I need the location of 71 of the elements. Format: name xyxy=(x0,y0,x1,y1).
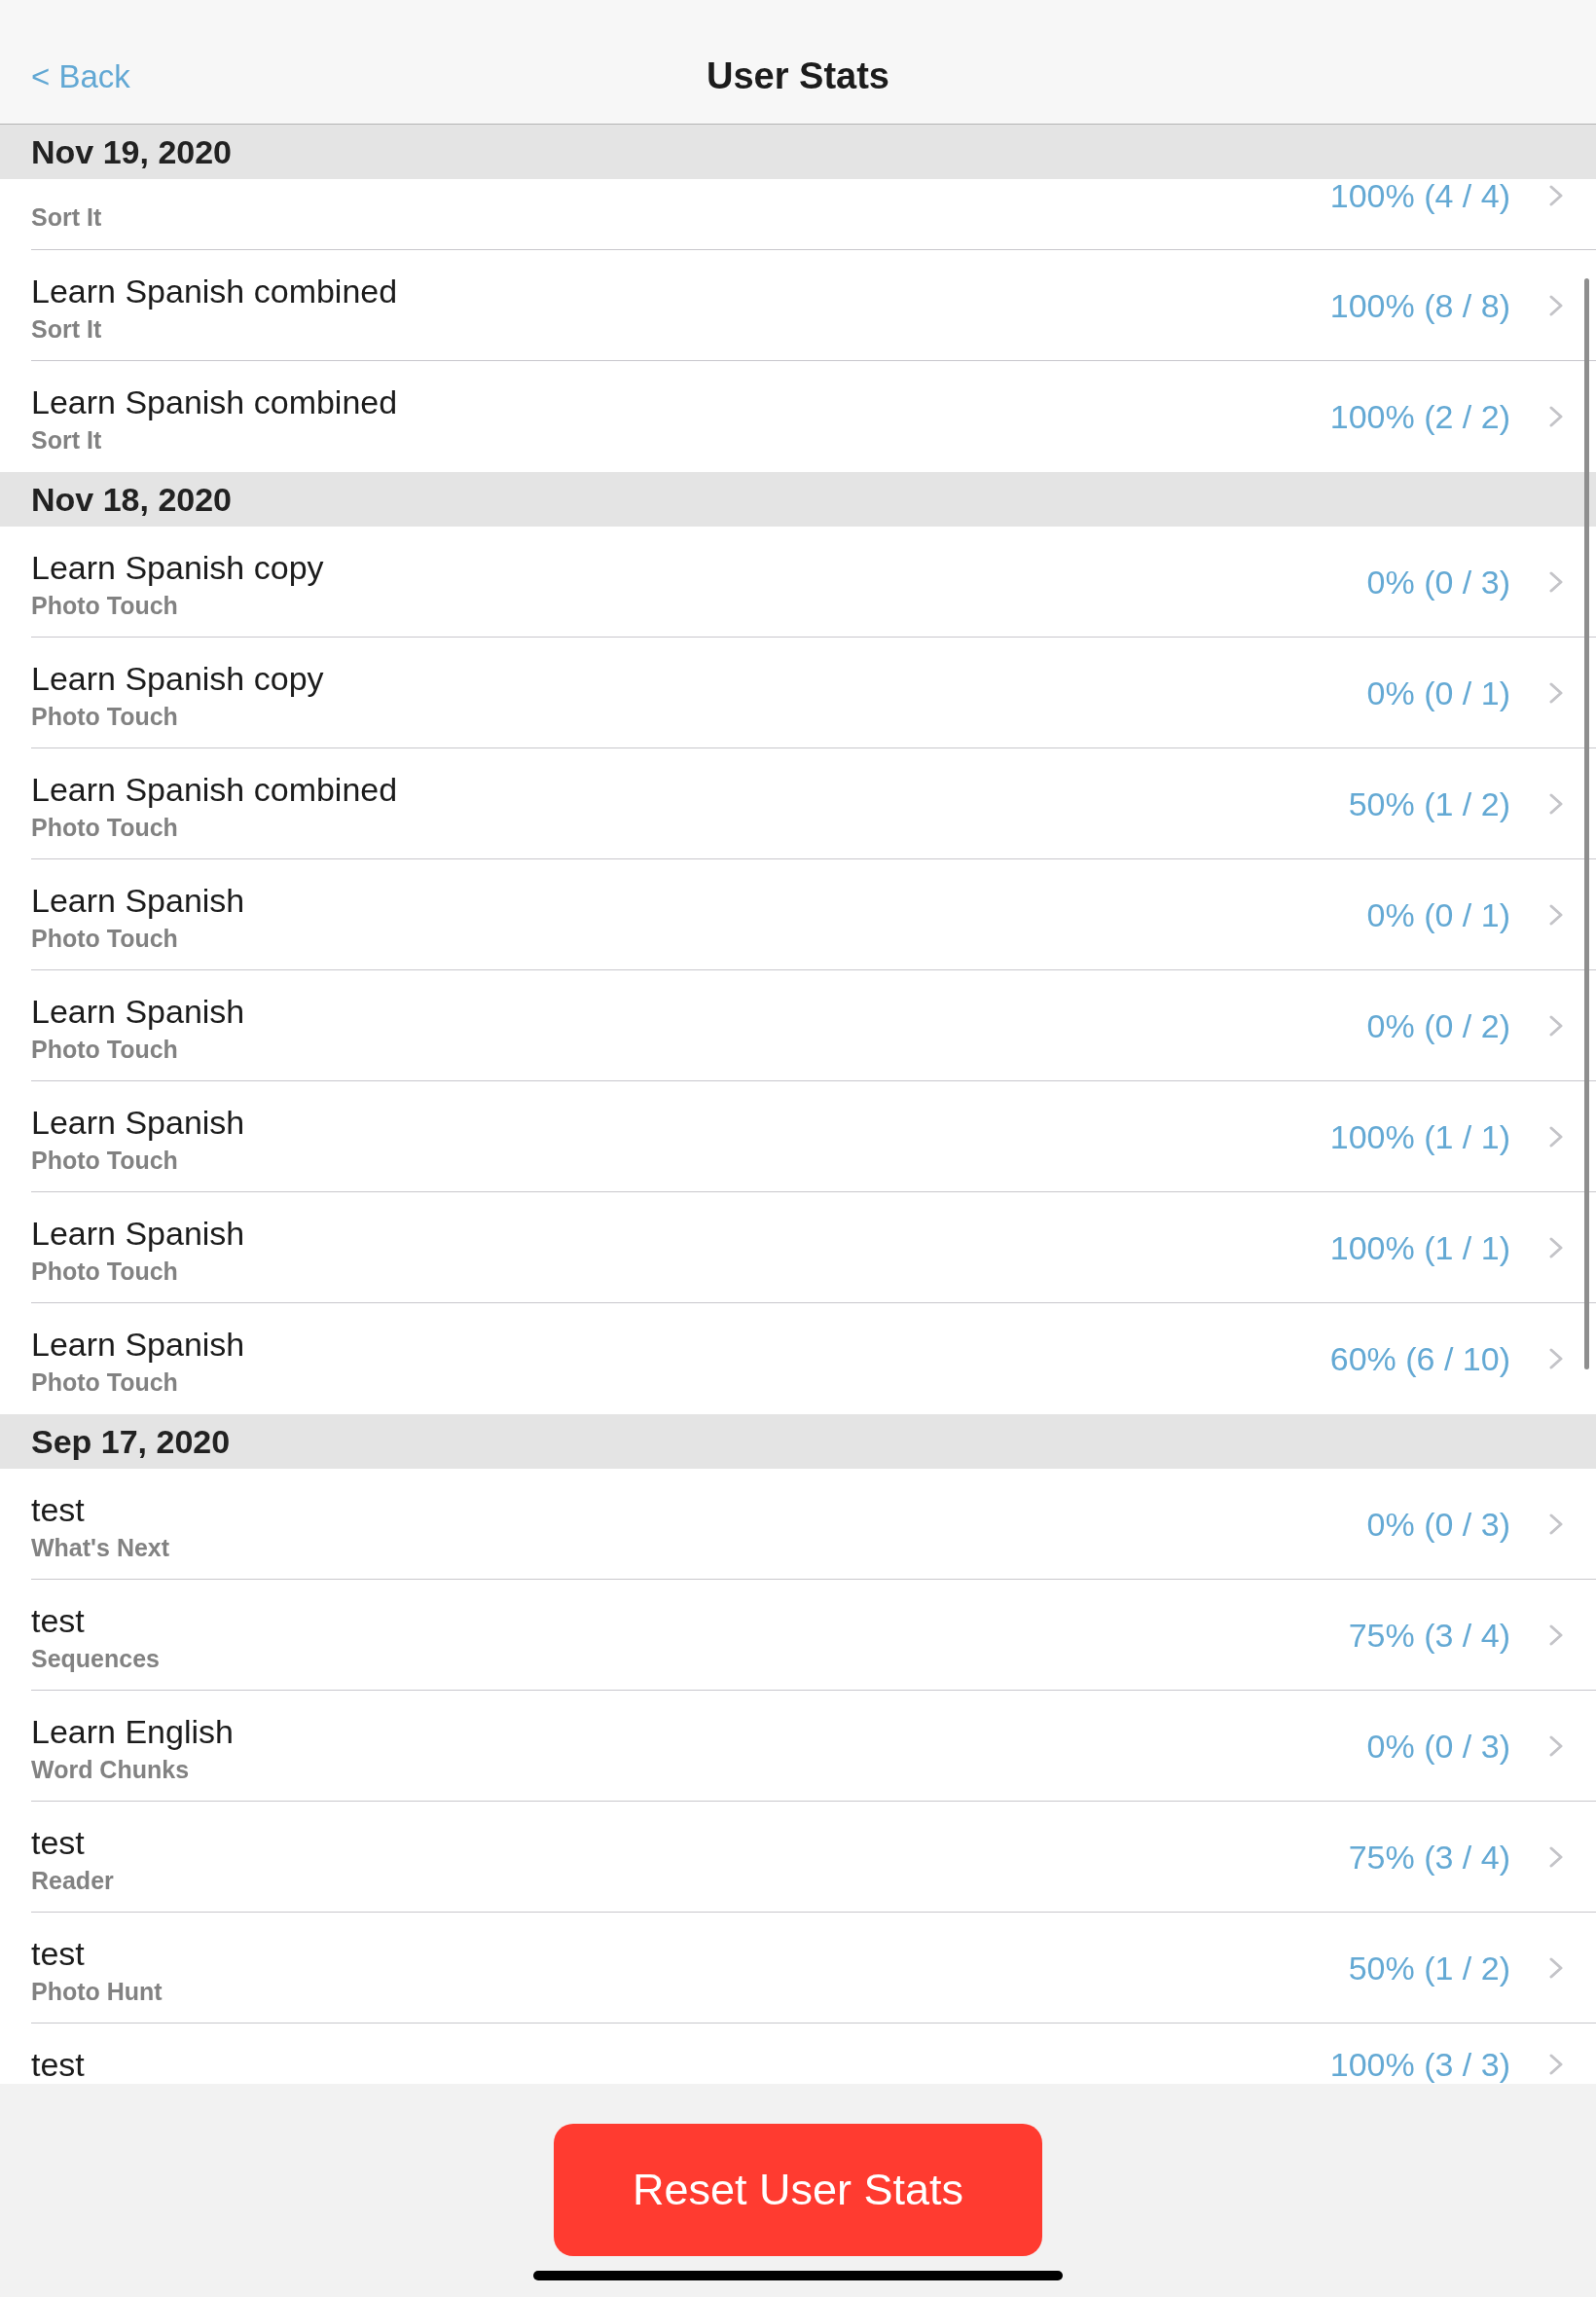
row-subtitle: Sort It xyxy=(31,425,102,455)
chevron-icon xyxy=(1549,294,1563,316)
chevron-icon xyxy=(1549,1014,1563,1037)
row-subtitle: Sort It xyxy=(31,314,102,344)
row-subtitle: Photo Hunt xyxy=(31,1977,163,2006)
chevron-icon xyxy=(1549,1845,1563,1868)
row-subtitle: Word Chunks xyxy=(31,1755,190,1784)
row-subtitle: Photo Touch xyxy=(31,591,178,620)
chevron-icon xyxy=(1549,2054,1563,2075)
chevron-icon xyxy=(1549,792,1563,815)
row-subtitle: What's Next xyxy=(31,1533,170,1562)
chevron-icon xyxy=(1549,1623,1563,1646)
row-subtitle: Photo Touch xyxy=(31,1035,178,1064)
row-title: Learn Spanish xyxy=(31,881,245,920)
row-title: Learn Spanish combined xyxy=(31,770,398,809)
chevron-icon xyxy=(1549,1734,1563,1757)
row-title: test xyxy=(31,1490,85,1529)
score-text: 100% (3 / 3) xyxy=(1329,2048,1510,2081)
row-title: Learn Spanish copy xyxy=(31,548,324,587)
row-title: test xyxy=(31,2045,85,2084)
score-text: 75% (3 / 4) xyxy=(1348,1615,1510,1655)
row-subtitle: Photo Touch xyxy=(31,702,178,731)
chevron-icon xyxy=(1549,1236,1563,1258)
score-text: 100% (1 / 1) xyxy=(1329,1227,1510,1267)
row-title: Learn Spanish xyxy=(31,1214,245,1253)
screen-title: User Stats xyxy=(707,55,889,97)
chevron-icon xyxy=(1549,1956,1563,1979)
row-title: test xyxy=(31,1823,85,1862)
chevron-icon xyxy=(1549,1125,1563,1148)
score-text: 60% (6 / 10) xyxy=(1329,1339,1510,1378)
score-text: 0% (0 / 3) xyxy=(1366,562,1510,602)
row-subtitle: Reader xyxy=(31,1866,114,1895)
row-subtitle: Sequences xyxy=(31,1644,160,1673)
chevron-icon xyxy=(1549,1348,1563,1369)
score-text: 0% (0 / 1) xyxy=(1366,894,1510,934)
row-subtitle: Photo Touch xyxy=(31,813,178,842)
row-title: test xyxy=(31,1601,85,1640)
chevron-icon xyxy=(1549,681,1563,704)
score-text: 0% (0 / 3) xyxy=(1366,1726,1510,1766)
row-subtitle: Sort It xyxy=(31,202,102,232)
score-text: 75% (3 / 4) xyxy=(1348,1837,1510,1877)
section-date: Nov 19, 2020 xyxy=(31,132,233,171)
row-subtitle: Photo Touch xyxy=(31,1257,178,1286)
chevron-icon xyxy=(1549,406,1563,427)
row-title: Learn Spanish xyxy=(31,1325,245,1364)
row-subtitle: Photo Touch xyxy=(31,1367,178,1397)
reset-button[interactable]: Reset User Stats xyxy=(554,2124,1042,2256)
row-title: Learn Spanish copy xyxy=(31,659,324,698)
score-text: 100% (4 / 4) xyxy=(1329,179,1510,212)
score-text: 100% (2 / 2) xyxy=(1329,397,1510,436)
row-title: Learn Spanish combined xyxy=(31,272,398,310)
row-subtitle: Photo Touch xyxy=(31,1146,178,1175)
score-text: 50% (1 / 2) xyxy=(1348,784,1510,823)
chevron-icon xyxy=(1549,903,1563,926)
row-title: Learn Spanish combined xyxy=(31,383,398,421)
row-title: Learn English xyxy=(31,1712,234,1751)
row-title: Learn Spanish xyxy=(31,992,245,1031)
section-date: Nov 18, 2020 xyxy=(31,480,233,519)
score-text: 0% (0 / 3) xyxy=(1366,1504,1510,1544)
chevron-icon xyxy=(1549,570,1563,593)
chevron-icon xyxy=(1549,185,1563,206)
row-title: test xyxy=(31,1934,85,1973)
score-text: 100% (8 / 8) xyxy=(1329,285,1510,325)
row-title: Learn Spanish xyxy=(31,1103,245,1142)
score-text: 0% (0 / 2) xyxy=(1366,1005,1510,1045)
score-text: 0% (0 / 1) xyxy=(1366,673,1510,712)
row-subtitle: Photo Touch xyxy=(31,924,178,953)
score-text: 50% (1 / 2) xyxy=(1348,1948,1510,1987)
score-text: 100% (1 / 1) xyxy=(1329,1116,1510,1156)
section-date: Sep 17, 2020 xyxy=(31,1422,231,1461)
chevron-icon xyxy=(1549,1513,1563,1535)
